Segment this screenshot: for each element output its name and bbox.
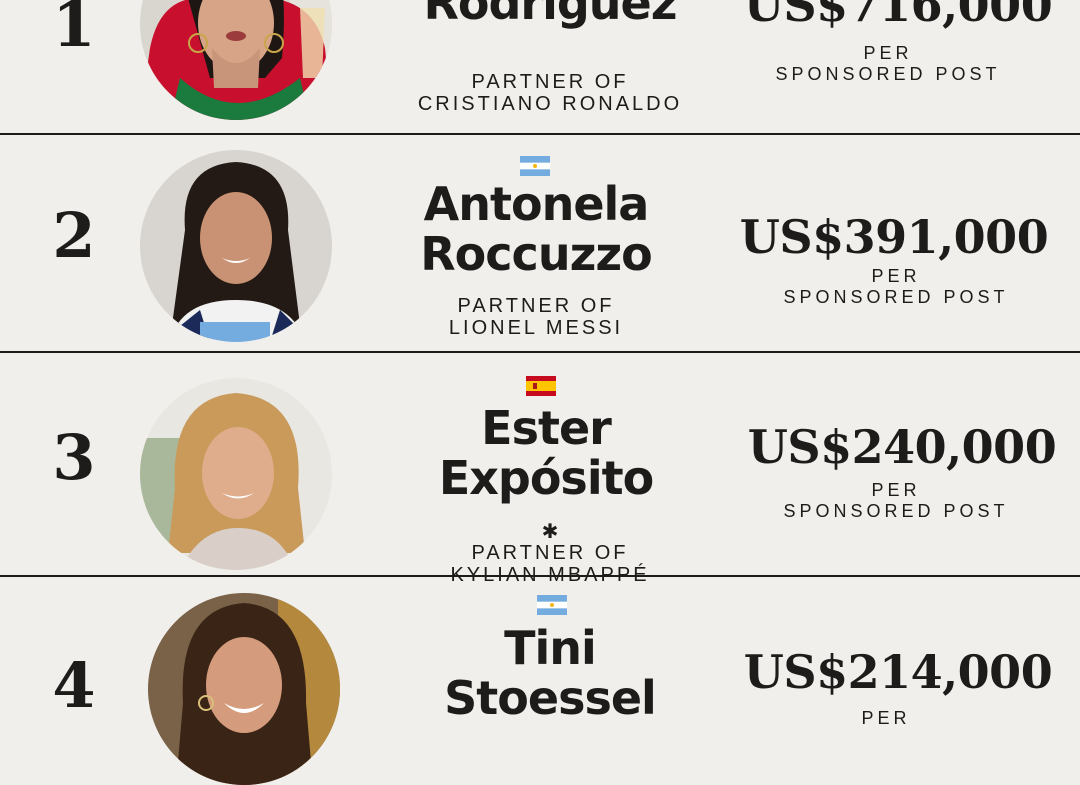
- amount-per-post: US$240,000: [747, 420, 1057, 474]
- spain-flag-icon: [526, 376, 556, 396]
- portrait-photo-4: [148, 593, 340, 785]
- asterisk-marker: ✱: [541, 519, 559, 543]
- ranking-row-4: 4 Tini Stoessel US$214,000 PER: [0, 577, 1080, 785]
- rank-number: 1: [52, 0, 96, 61]
- portrait-photo-1: [140, 0, 332, 120]
- amount-per-post: US$214,000: [743, 645, 1053, 699]
- amount-per-post: US$391,000: [739, 210, 1049, 264]
- ranking-row-1: 1 Rodríguez PARTNER OF CRISTIANO RONALDO…: [0, 0, 1080, 133]
- rank-number: 4: [52, 649, 96, 722]
- rank-number: 2: [52, 199, 96, 272]
- entry-name: Rodríguez: [423, 0, 677, 30]
- ranking-row-3: 3 Ester Expósito ✱ PARTNER OF KYLIAN MBAP…: [0, 353, 1080, 586]
- portrait-photo-2: [140, 150, 332, 342]
- partner-of-text: PARTNER OF LIONEL MESSI: [448, 295, 624, 339]
- portrait-photo-3: [140, 378, 332, 570]
- per-sponsored-post-text: PER: [861, 708, 911, 728]
- argentina-flag-icon: [537, 595, 567, 615]
- rank-number: 3: [52, 421, 96, 494]
- amount-per-post: US$716,000: [743, 0, 1053, 32]
- per-sponsored-post-text: PER SPONSORED POST: [783, 480, 1009, 521]
- entry-name: Antonela Roccuzzo: [420, 177, 652, 281]
- per-sponsored-post-text: PER SPONSORED POST: [775, 43, 1001, 84]
- partner-of-text: PARTNER OF CRISTIANO RONALDO: [417, 71, 683, 115]
- entry-name: Ester Expósito: [438, 401, 654, 505]
- per-sponsored-post-text: PER SPONSORED POST: [783, 266, 1009, 307]
- argentina-flag-icon: [520, 156, 550, 176]
- entry-name: Tini Stoessel: [444, 621, 657, 725]
- ranking-row-2: 2 Antonela Roccuzzo PARTNER OF LIONEL ME…: [0, 135, 1080, 351]
